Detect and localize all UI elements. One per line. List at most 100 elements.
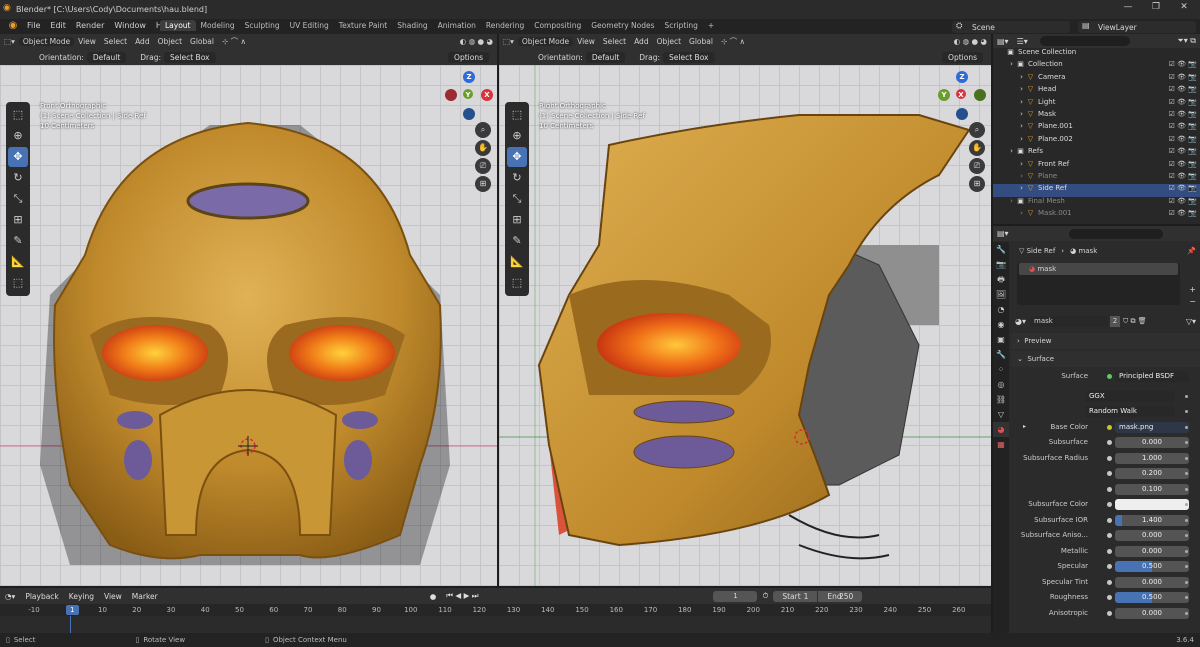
workspace-tab-sculpting[interactable]: Sculpting bbox=[240, 20, 285, 31]
workspace-tab-scripting[interactable]: Scripting bbox=[660, 20, 703, 31]
expand-chevron-icon[interactable]: › bbox=[1007, 60, 1016, 68]
keyframe-bullet-icon[interactable] bbox=[1185, 441, 1188, 444]
expand-chevron-icon[interactable]: › bbox=[1017, 110, 1026, 118]
viewport-canvas[interactable]: Right Orthographic (1) Scene Collection … bbox=[499, 65, 991, 586]
object-menu[interactable]: Object bbox=[154, 37, 186, 46]
record-icon[interactable]: ● bbox=[425, 592, 442, 601]
navigation-gizmo[interactable]: Z Y X bbox=[937, 67, 987, 120]
frame-ruler[interactable]: -10 1 10 20 30 40 50 60 70 80 90 100 110 120 130 140 150… bbox=[0, 604, 991, 616]
keying-menu[interactable]: Keying bbox=[64, 592, 99, 601]
shader-input-field[interactable]: 0.000 bbox=[1115, 530, 1189, 541]
shading-icons[interactable]: ◐ ◍ ● ◕ bbox=[456, 37, 497, 46]
workspace-tab-[interactable]: + bbox=[703, 20, 719, 31]
outliner-row[interactable]: › ▽ Plane.002 ☑ 👁 📷 bbox=[993, 135, 1200, 147]
workspace-tab-texture-paint[interactable]: Texture Paint bbox=[334, 20, 392, 31]
annotate-tool-icon[interactable]: ✎ bbox=[507, 231, 527, 251]
shader-input-field[interactable]: mask.png bbox=[1115, 421, 1189, 433]
expand-link-icon[interactable]: ▸ bbox=[1023, 423, 1026, 430]
properties-search-input[interactable] bbox=[1068, 228, 1163, 239]
x-axis-icon[interactable]: X bbox=[481, 89, 493, 101]
output-tab-icon[interactable]: 🖶 bbox=[993, 272, 1009, 287]
x-axis-icon[interactable]: X bbox=[956, 89, 966, 99]
visibility-toggle-icons[interactable]: ☑ 👁 📷 bbox=[1169, 98, 1197, 106]
visibility-toggle-icons[interactable]: ☑ 👁 📷 bbox=[1169, 147, 1197, 155]
object-tab-icon[interactable]: ▣ bbox=[993, 332, 1009, 347]
datablock-icons[interactable]: ⛉ ⧉ 🗑 bbox=[1120, 317, 1147, 326]
browse-material-icon[interactable]: ◕▾ bbox=[1015, 317, 1026, 326]
menu-file[interactable]: File bbox=[22, 20, 45, 31]
blender-menu-icon[interactable]: ◉ bbox=[6, 20, 20, 33]
close-icon[interactable]: ✕ bbox=[1176, 2, 1192, 16]
visibility-toggle-icons[interactable]: ☑ 👁 📷 bbox=[1169, 135, 1197, 143]
cursor-tool-icon[interactable]: ⊕ bbox=[8, 126, 28, 146]
workspace-tab-uv-editing[interactable]: UV Editing bbox=[285, 20, 334, 31]
material-tab-icon[interactable]: ◕ bbox=[993, 422, 1009, 437]
menu-edit[interactable]: Edit bbox=[45, 20, 71, 31]
current-frame-field[interactable]: 1 bbox=[713, 590, 758, 602]
shader-input-field[interactable]: 0.500 bbox=[1115, 561, 1189, 572]
view-layer-selector[interactable]: ▤ ViewLayer bbox=[1078, 21, 1196, 33]
keyframe-bullet-icon[interactable] bbox=[1185, 487, 1188, 491]
outliner-row[interactable]: › ▽ Mask ☑ 👁 📷 bbox=[993, 110, 1200, 122]
outliner-row[interactable]: › ▽ Front Ref ☑ 👁 📷 bbox=[993, 160, 1200, 172]
expand-chevron-icon[interactable]: › bbox=[1017, 209, 1026, 217]
outliner-row[interactable]: › ▣ Collection ☑ 👁 📷 bbox=[993, 60, 1200, 72]
snap-icon[interactable]: ⊹ ⌒ ∧ bbox=[218, 36, 250, 47]
view-layer-tab-icon[interactable]: 🖼 bbox=[993, 287, 1009, 302]
outliner-row[interactable]: › ▽ Head ☑ 👁 📷 bbox=[993, 85, 1200, 97]
workspace-tab-rendering[interactable]: Rendering bbox=[481, 20, 529, 31]
shader-input-field[interactable]: 1.000 bbox=[1115, 452, 1189, 464]
grid-icon[interactable]: ⊞ bbox=[969, 176, 985, 192]
orientation-dropdown[interactable]: Default bbox=[86, 51, 127, 63]
cursor-tool-icon[interactable]: ⊕ bbox=[507, 126, 527, 146]
visibility-toggle-icons[interactable]: ☑ 👁 📷 bbox=[1169, 85, 1197, 93]
subsurface-method-dropdown[interactable]: Random Walk bbox=[1085, 406, 1175, 417]
current-frame-marker[interactable]: 1 bbox=[65, 605, 79, 615]
material-name-field[interactable]: mask bbox=[1030, 315, 1108, 327]
neg-z-axis-icon[interactable] bbox=[463, 108, 475, 120]
keyframe-bullet-icon[interactable] bbox=[1185, 456, 1188, 460]
shader-input-field[interactable]: 0.200 bbox=[1115, 468, 1189, 479]
select-tool-icon[interactable]: ⬚ bbox=[8, 105, 28, 125]
playback-controls-icon[interactable]: ⏮ ◀ ▶ ⏭ bbox=[441, 591, 483, 601]
rotate-tool-icon[interactable]: ↻ bbox=[8, 168, 28, 188]
pan-hand-icon[interactable]: ✋ bbox=[969, 140, 985, 156]
outliner-row[interactable]: › ▣ Final Mesh ☑ 👁 📷 bbox=[993, 197, 1200, 209]
end-frame-field[interactable]: End 250 bbox=[818, 590, 863, 602]
modifier-tab-icon[interactable]: 🔧 bbox=[993, 347, 1009, 362]
scale-tool-icon[interactable]: ⤡ bbox=[8, 189, 28, 209]
visibility-toggle-icons[interactable]: ☑ 👁 📷 bbox=[1169, 110, 1197, 118]
outliner-row[interactable]: › ▽ Mask.001 ☑ 👁 📷 bbox=[993, 209, 1200, 221]
keyframe-bullet-icon[interactable] bbox=[1185, 611, 1188, 615]
distribution-dropdown[interactable]: GGX bbox=[1085, 390, 1175, 402]
object-menu[interactable]: Object bbox=[653, 37, 685, 46]
link-icon[interactable]: ▽▾ bbox=[1186, 317, 1200, 326]
options-dropdown[interactable]: Options bbox=[942, 51, 983, 63]
shader-input-field[interactable]: 0.000 bbox=[1115, 437, 1189, 448]
expand-chevron-icon[interactable]: › bbox=[1017, 172, 1026, 180]
workspace-tab-animation[interactable]: Animation bbox=[433, 20, 481, 31]
world-tab-icon[interactable]: ◉ bbox=[993, 317, 1009, 332]
viewport-canvas[interactable]: Front Orthographic (1) Scene Collection … bbox=[0, 65, 497, 586]
orientation-dropdown[interactable]: Default bbox=[585, 51, 626, 63]
visibility-toggle-icons[interactable]: ☑ 👁 📷 bbox=[1169, 197, 1197, 205]
workspace-tab-modeling[interactable]: Modeling bbox=[196, 20, 240, 31]
expand-chevron-icon[interactable]: › bbox=[1017, 135, 1026, 143]
y-axis-icon[interactable]: Y bbox=[938, 89, 950, 101]
outliner-row[interactable]: › ▽ Plane ☑ 👁 📷 bbox=[993, 172, 1200, 184]
playhead-line[interactable] bbox=[70, 616, 71, 633]
keyframe-bullet-icon[interactable] bbox=[1185, 580, 1188, 584]
keyframe-bullet-icon[interactable] bbox=[1185, 596, 1188, 599]
outliner-row[interactable]: › ▽ Plane.001 ☑ 👁 📷 bbox=[993, 122, 1200, 134]
expand-chevron-icon[interactable]: › bbox=[1017, 122, 1026, 130]
options-dropdown[interactable]: Options bbox=[448, 51, 489, 63]
expand-chevron-icon[interactable]: › bbox=[1017, 85, 1026, 93]
expand-chevron-icon[interactable]: › bbox=[1017, 160, 1026, 168]
expand-chevron-icon[interactable]: › bbox=[1017, 184, 1026, 192]
neg-x-axis-icon[interactable] bbox=[445, 89, 457, 101]
expand-chevron-icon[interactable]: › bbox=[1007, 147, 1016, 155]
workspace-tab-compositing[interactable]: Compositing bbox=[529, 20, 586, 31]
keyframe-bullet-icon[interactable] bbox=[1185, 565, 1188, 568]
transform-orientation[interactable]: Global bbox=[685, 37, 717, 46]
measure-tool-icon[interactable]: 📐 bbox=[8, 252, 28, 272]
